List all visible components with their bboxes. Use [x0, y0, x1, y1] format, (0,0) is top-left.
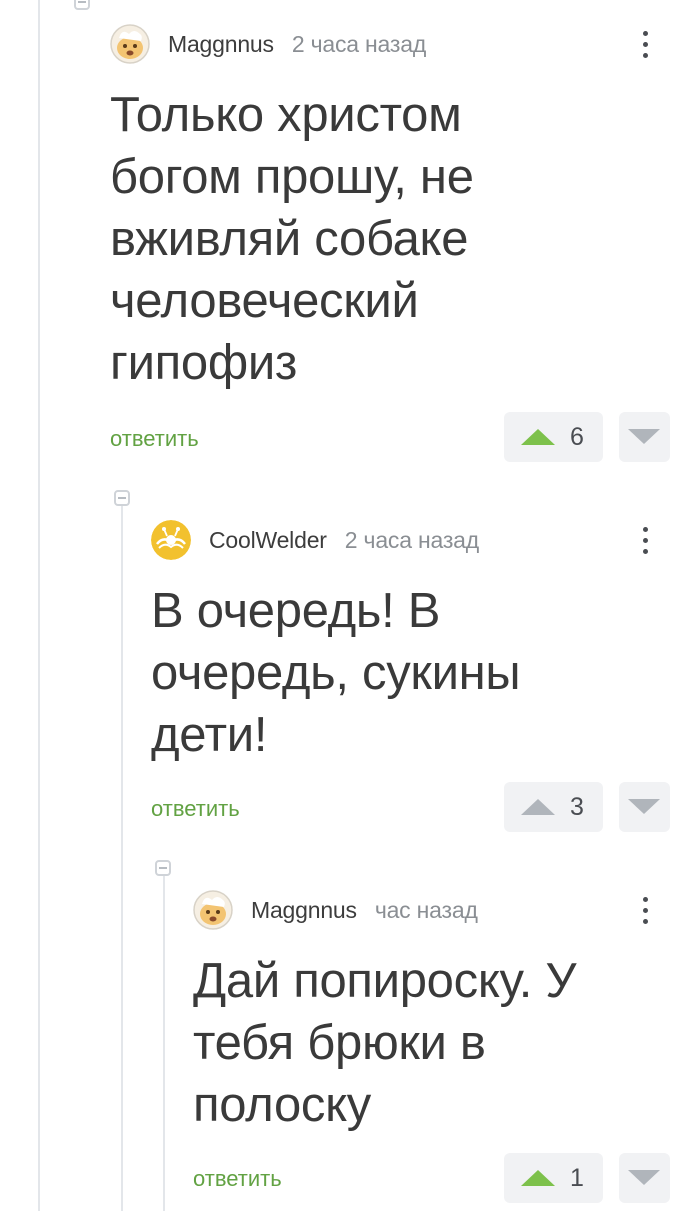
- downvote-button[interactable]: [619, 412, 670, 462]
- comment-author[interactable]: Maggnnus: [168, 31, 274, 58]
- collapse-thread-button[interactable]: [74, 0, 90, 10]
- downvote-arrow-icon: [628, 1170, 660, 1185]
- rating-count: 6: [570, 423, 584, 451]
- more-options-icon[interactable]: [630, 24, 660, 64]
- more-options-icon[interactable]: [630, 890, 660, 930]
- rating-count: 3: [570, 793, 584, 821]
- reply-link[interactable]: ответить: [151, 796, 240, 822]
- more-options-icon[interactable]: [630, 520, 660, 560]
- comment-author[interactable]: Maggnnus: [251, 897, 357, 924]
- downvote-arrow-icon: [628, 429, 660, 444]
- collapse-thread-button[interactable]: [155, 860, 171, 876]
- comment-header: Maggnnus час назад: [193, 890, 478, 930]
- collapse-thread-button[interactable]: [114, 490, 130, 506]
- comment-time: 2 часа назад: [344, 526, 479, 553]
- thread-line-level-0: [38, 0, 40, 1211]
- thread-line-level-1: [121, 500, 123, 1211]
- comment-header: CoolWelder 2 часа назад: [151, 520, 479, 560]
- comment-author[interactable]: CoolWelder: [209, 527, 327, 554]
- comment-time: час назад: [374, 896, 478, 923]
- dog-avatar-icon[interactable]: [110, 24, 150, 64]
- comment: Maggnnus 2 часа назад Только христом бог…: [110, 24, 660, 464]
- reply-link[interactable]: ответить: [110, 426, 199, 452]
- downvote-button[interactable]: [619, 1153, 670, 1203]
- upvote-arrow-icon: [521, 1170, 555, 1186]
- upvote-button[interactable]: 1: [504, 1153, 603, 1203]
- reply-link[interactable]: ответить: [193, 1166, 282, 1192]
- rating-count: 1: [570, 1164, 584, 1192]
- upvote-button[interactable]: 6: [504, 412, 603, 462]
- upvote-button[interactable]: 3: [504, 782, 603, 832]
- comment-text: Дай попироску. У тебя брюки в полоску: [193, 954, 577, 1132]
- thread-line-level-2: [163, 870, 165, 1211]
- comment-text: Только христом богом прошу, не вживляй с…: [110, 88, 474, 390]
- comment-header: Maggnnus 2 часа назад: [110, 24, 426, 64]
- upvote-arrow-icon: [521, 429, 555, 445]
- comment-text: В очередь! В очередь, сукины дети!: [151, 584, 521, 762]
- downvote-arrow-icon: [628, 799, 660, 814]
- flying-spaghetti-monster-avatar-icon[interactable]: [151, 520, 191, 560]
- upvote-arrow-icon: [521, 799, 555, 815]
- comment-time: 2 часа назад: [291, 30, 427, 57]
- dog-avatar-icon[interactable]: [193, 890, 233, 930]
- downvote-button[interactable]: [619, 782, 670, 832]
